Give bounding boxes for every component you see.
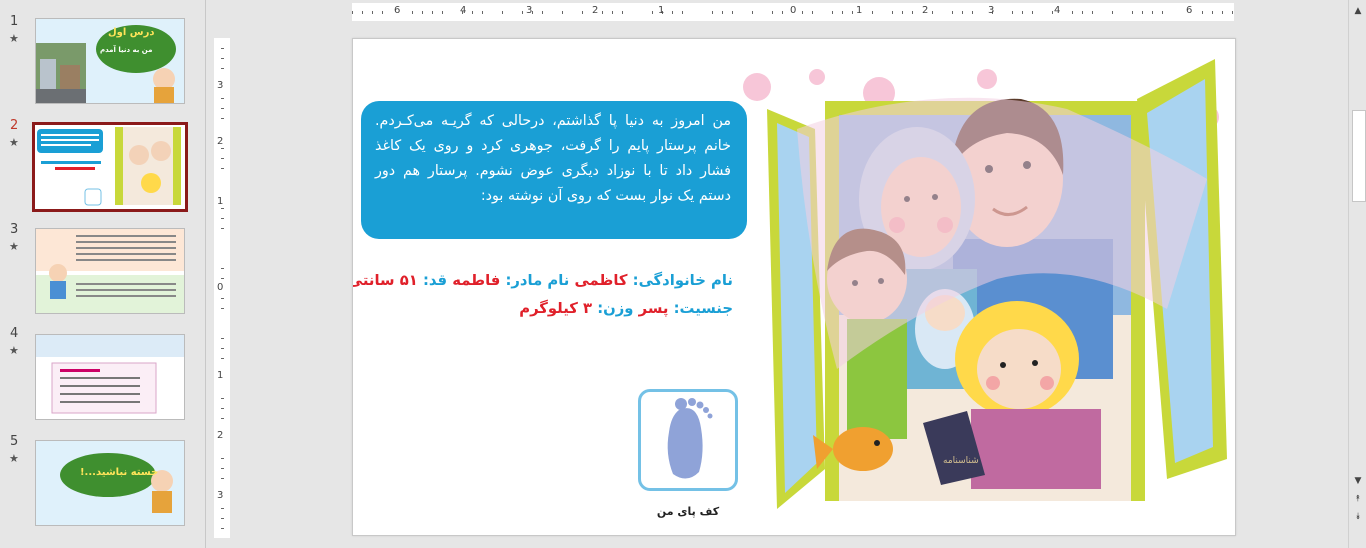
scrollbar-thumb[interactable]	[1352, 110, 1366, 202]
ruler-label: 6	[394, 5, 401, 16]
ruler-label: 4	[460, 5, 467, 16]
slide-5-preview-art	[36, 441, 184, 525]
slide-2-preview-art	[35, 125, 185, 209]
gender-value: پسر	[638, 300, 669, 317]
ruler-label: 0	[217, 282, 224, 293]
ruler-label: 3	[217, 80, 224, 91]
family-window-illustration: شناسنامه	[743, 59, 1235, 535]
gender-label: جنسیت:	[673, 300, 733, 317]
info-line-1: نام خانوادگی: کاظمی نام مادر: فاطمه قد: …	[353, 267, 733, 295]
animation-star-icon: ★	[9, 240, 19, 253]
family-name-value: کاظمی	[574, 272, 628, 289]
weight-label: وزن:	[597, 300, 634, 317]
slide-preview[interactable]: خسته نباشید...!	[35, 440, 185, 526]
ruler-label: 3	[526, 5, 533, 16]
slide-1-subtitle: من به دنیا آمدم	[100, 46, 153, 54]
mother-name-label: نام مادر:	[505, 272, 570, 289]
info-line-2: جنسیت: پسر وزن: ۳ کیلوگرم	[365, 295, 733, 323]
vertical-scrollbar[interactable]: ▲ ▼ ⯭ ⯯	[1348, 0, 1366, 548]
ruler-label: 3	[217, 490, 224, 501]
ruler-label: 1	[217, 196, 224, 207]
height-label: قد:	[422, 272, 448, 289]
identity-band-info: نام خانوادگی: کاظمی نام مادر: فاطمه قد: …	[353, 267, 733, 323]
slide-number: 5	[10, 434, 19, 449]
slide-preview-selected[interactable]	[32, 122, 188, 212]
animation-star-icon: ★	[9, 32, 19, 45]
slide-thumbnail-1[interactable]: 1 ★ درس اول من به دنیا آمدم	[0, 14, 205, 106]
slide-preview[interactable]	[35, 334, 185, 420]
scroll-up-button[interactable]: ▲	[1351, 4, 1365, 18]
ruler-label: 1	[658, 5, 665, 16]
animation-star-icon: ★	[9, 452, 19, 465]
animation-star-icon: ★	[9, 344, 19, 357]
slide-1-title: درس اول	[108, 27, 155, 38]
slide-number: 4	[10, 326, 19, 341]
birth-certificate-text: شناسنامه	[943, 456, 979, 466]
weight-value: ۳ کیلوگرم	[519, 300, 593, 317]
slide-preview[interactable]: درس اول من به دنیا آمدم	[35, 18, 185, 104]
ruler-label: 2	[217, 430, 224, 441]
next-slide-button[interactable]: ⯯	[1351, 510, 1365, 524]
slide-thumbnail-4[interactable]: 4 ★	[0, 326, 205, 420]
previous-slide-button[interactable]: ⯭	[1351, 492, 1365, 506]
ruler-label: 2	[217, 136, 224, 147]
slide-canvas[interactable]: شناسنامه من امروز به دنیا پا گذاشتم، درح…	[352, 38, 1236, 536]
slide-3-preview-art	[36, 229, 184, 313]
footprint-image-box	[638, 389, 738, 491]
mother-name-value: فاطمه	[452, 272, 501, 289]
height-value: ۵۱ سانتی‌متر	[353, 272, 418, 289]
slide-4-preview-art	[36, 335, 184, 419]
horizontal-ruler[interactable]: 6 4 3 2 1 0 1 2 3 4 6	[352, 3, 1234, 21]
slide-5-title: خسته نباشید...!	[80, 467, 159, 478]
ruler-label: 6	[1186, 5, 1193, 16]
slide-number: 1	[10, 14, 19, 29]
ruler-label: 2	[592, 5, 599, 16]
ruler-label: 3	[988, 5, 995, 16]
ruler-label: 2	[922, 5, 929, 16]
vertical-ruler[interactable]: 3 2 1 0 1 2 3	[214, 38, 230, 538]
ruler-label: 1	[217, 370, 224, 381]
slide-number: 3	[10, 222, 19, 237]
animation-star-icon: ★	[9, 136, 19, 149]
footprint-icon	[667, 398, 713, 479]
scroll-down-button[interactable]: ▼	[1351, 474, 1365, 488]
ruler-label: 1	[856, 5, 863, 16]
ruler-label: 0	[790, 5, 797, 16]
slide-preview[interactable]	[35, 228, 185, 314]
slide-number: 2	[10, 118, 19, 133]
slide-thumbnail-3[interactable]: 3 ★	[0, 222, 205, 314]
slide-thumbnail-5[interactable]: 5 ★ خسته نباشید...!	[0, 434, 205, 526]
story-text-bubble: من امروز به دنیا پا گذاشتم، درحالی که گر…	[361, 101, 747, 239]
family-name-label: نام خانوادگی:	[632, 272, 733, 289]
slide-thumbnail-2[interactable]: 2 ★	[0, 118, 205, 212]
slide-thumbnail-pane[interactable]: 1 ★ درس اول من به دنیا آمدم 2 ★ 3 ★ 4 ★ …	[0, 0, 206, 548]
footprint-caption: کف پای من	[656, 505, 720, 518]
ruler-label: 4	[1054, 5, 1061, 16]
